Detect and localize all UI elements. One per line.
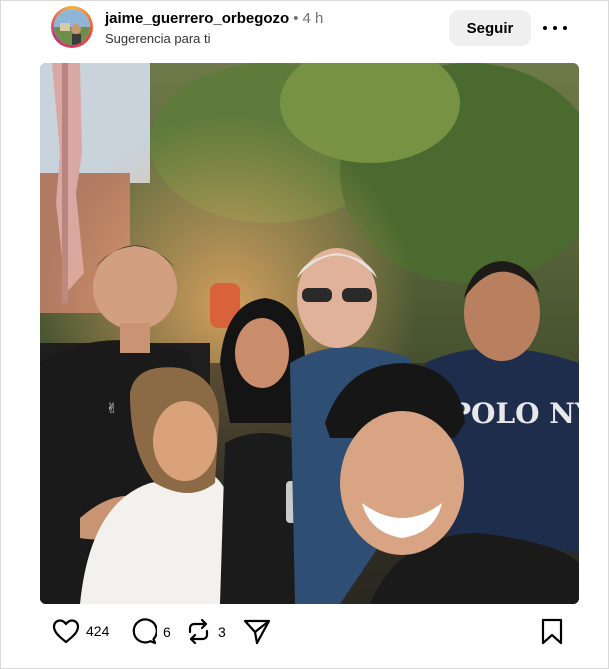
post-time[interactable]: 4 h [302,10,323,27]
post-meta: jaime_guerrero_orbegozo • 4 h [105,10,323,27]
comment-icon[interactable] [130,618,157,645]
save-action[interactable] [540,618,564,645]
like-action[interactable]: 424 [52,618,109,644]
repost-icon[interactable] [185,618,212,645]
username-link[interactable]: jaime_guerrero_orbegozo [105,10,289,27]
share-action[interactable] [243,618,271,645]
repost-action[interactable]: 3 [185,618,226,645]
bookmark-icon[interactable] [540,618,564,645]
shirt-print: POLO NYC [450,397,579,430]
heart-icon[interactable] [52,618,80,644]
separator-dot: • [293,10,299,27]
avatar[interactable] [54,9,90,45]
repost-count: 3 [218,623,226,640]
svg-text:✌: ✌ [106,401,118,417]
suggestion-label: Sugerencia para ti [105,31,211,46]
share-icon[interactable] [243,618,271,645]
like-count: 424 [86,623,110,639]
comment-action[interactable]: 6 [130,618,171,645]
post-photo[interactable]: ✌ POLO NYC [40,63,579,604]
follow-button[interactable]: Seguir [449,10,531,46]
more-options-icon[interactable] [540,14,570,42]
comment-count: 6 [163,623,171,640]
story-ring[interactable] [51,6,93,48]
